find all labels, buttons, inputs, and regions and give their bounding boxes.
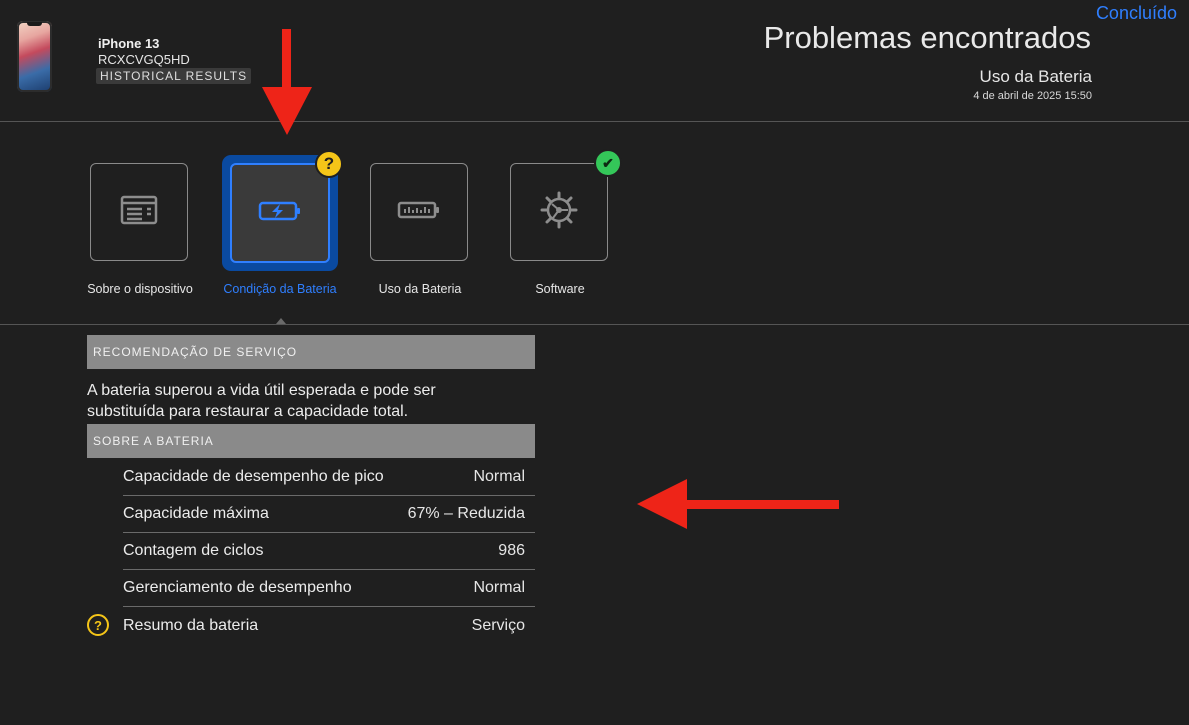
annotation-arrow-left-head xyxy=(637,479,687,529)
device-info-icon xyxy=(120,195,158,230)
row-label: Gerenciamento de desempenho xyxy=(123,579,352,596)
historical-results-badge: HISTORICAL RESULTS xyxy=(96,68,252,84)
tile-label-software: Software xyxy=(535,282,585,296)
list-item: Resumo da bateria Serviço xyxy=(123,607,535,644)
row-label: Capacidade de desempenho de pico xyxy=(123,468,384,485)
gear-icon xyxy=(540,191,578,234)
annotation-arrow-left xyxy=(680,500,839,509)
device-thumbnail xyxy=(17,21,52,92)
device-serial: RCXCVGQ5HD xyxy=(98,52,190,67)
row-label: Contagem de ciclos xyxy=(123,542,264,559)
list-item: Capacidade de desempenho de pico Normal xyxy=(123,459,535,496)
report-datetime: 4 de abril de 2025 15:50 xyxy=(973,90,1092,102)
header-divider xyxy=(0,121,1189,122)
list-item: Contagem de ciclos 986 xyxy=(123,533,535,570)
about-battery-heading: SOBRE A BATERIA xyxy=(87,424,535,458)
battery-usage-icon xyxy=(397,200,441,225)
ok-badge: ✔ xyxy=(594,149,622,177)
question-icon[interactable]: ? xyxy=(87,614,109,636)
row-value: 986 xyxy=(498,542,525,559)
tile-label-battery-condition: Condição da Bateria xyxy=(223,282,337,296)
battery-charging-icon xyxy=(258,200,302,227)
service-recommendation-text: A bateria superou a vida útil esperada e… xyxy=(87,382,436,420)
tiles-divider xyxy=(0,324,1189,325)
done-button[interactable]: Concluído xyxy=(1096,3,1177,24)
row-label: Capacidade máxima xyxy=(123,505,269,522)
list-item: Capacidade máxima 67% – Reduzida xyxy=(123,496,535,533)
tile-battery-condition-frame xyxy=(230,163,330,263)
annotation-arrow-down-head xyxy=(262,87,312,135)
row-value: Normal xyxy=(473,468,525,485)
tile-device-info[interactable] xyxy=(90,163,188,261)
tile-label-device-info: Sobre o dispositivo xyxy=(87,282,193,296)
service-recommendation-heading: RECOMENDAÇÃO DE SERVIÇO xyxy=(87,335,535,369)
tile-software[interactable] xyxy=(510,163,608,261)
row-value: 67% – Reduzida xyxy=(407,505,525,522)
row-value: Serviço xyxy=(471,616,525,634)
warning-badge: ? xyxy=(315,150,343,178)
tile-battery-usage[interactable] xyxy=(370,163,468,261)
row-label: Resumo da bateria xyxy=(123,616,259,634)
page-title: Problemas encontrados xyxy=(763,20,1091,55)
page-subtitle: Uso da Bateria xyxy=(979,67,1092,86)
list-item: Gerenciamento de desempenho Normal xyxy=(123,570,535,607)
row-value: Normal xyxy=(473,579,525,596)
annotation-arrow-down xyxy=(282,29,291,89)
tile-label-battery-usage: Uso da Bateria xyxy=(378,282,462,296)
device-name: iPhone 13 xyxy=(98,36,160,51)
